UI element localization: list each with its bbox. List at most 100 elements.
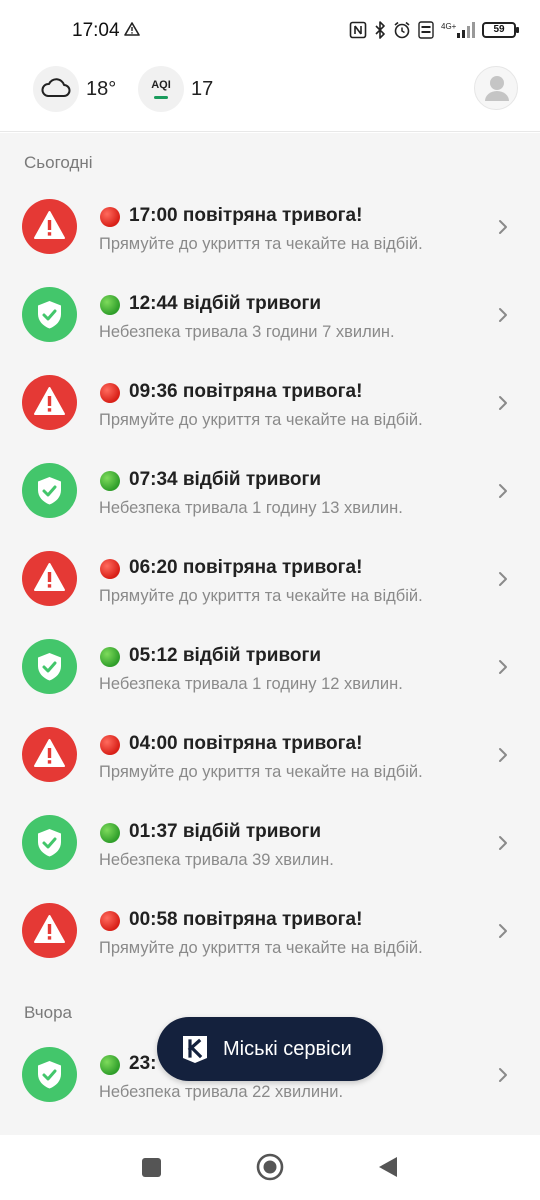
alert-subtitle: Прямуйте до укриття та чекайте на відбій… [99, 587, 423, 605]
section-title-today: Сьогодні [24, 153, 93, 172]
cloud-icon [41, 78, 71, 97]
red-circle-icon [100, 735, 120, 755]
alert-title: 09:36 повітряна тривога! [129, 381, 363, 402]
alarm-badge [22, 199, 77, 254]
red-circle-icon [100, 559, 120, 579]
chevron-right-icon [499, 924, 507, 938]
kyiv-logo-icon [183, 1036, 207, 1063]
weather-button[interactable] [33, 66, 79, 112]
green-circle-icon [100, 471, 120, 491]
red-circle-icon [100, 383, 120, 403]
bluetooth-icon [375, 21, 385, 39]
battery-icon: 59 [482, 22, 519, 38]
warning-icon [34, 915, 65, 943]
green-circle-icon [100, 647, 120, 667]
alert-title: 23: [129, 1053, 157, 1074]
alert-title: 06:20 повітряна тривога! [129, 557, 363, 578]
alert-list-item[interactable]: 01:37 відбій тривоги Небезпека тривала 39… [0, 799, 540, 887]
green-circle-icon [100, 295, 120, 315]
all-clear-badge [22, 287, 77, 342]
status-bar: 17:04 4G+ 59 [0, 0, 540, 60]
chevron-right-icon [499, 1068, 507, 1082]
chevron-right-icon [499, 748, 507, 762]
chevron-right-icon [499, 660, 507, 674]
aqi-value: 17 [191, 78, 214, 100]
shield-check-icon [38, 301, 61, 329]
alert-subtitle: Небезпека тривала 39 хвилин. [99, 851, 334, 869]
warning-icon [34, 563, 65, 591]
alert-list-item[interactable]: 06:20 повітряна тривога! Прямуйте до укри… [0, 535, 540, 623]
chevron-right-icon [499, 396, 507, 410]
city-services-button[interactable]: Міські сервіси [157, 1017, 383, 1081]
back-button[interactable] [377, 1155, 399, 1179]
chevron-right-icon [499, 836, 507, 850]
alert-list-item[interactable]: 17:00 повітряна тривога! Прямуйте до укри… [0, 183, 540, 271]
status-icons: 4G+ 59 [349, 18, 519, 42]
weather-temperature: 18° [86, 78, 117, 100]
aqi-button[interactable]: AQI [138, 66, 184, 112]
alert-list-item[interactable]: 07:34 відбій тривоги Небезпека тривала 1 … [0, 447, 540, 535]
app-header: 18° AQI 17 [0, 60, 540, 132]
alerts-list: Сьогодні 17:00 повітряна тривога! Прямуйт… [0, 133, 540, 1135]
profile-avatar-button[interactable] [474, 66, 518, 110]
all-clear-badge [22, 815, 77, 870]
shield-check-icon [38, 653, 61, 681]
all-clear-badge [22, 463, 77, 518]
all-clear-badge [22, 1047, 77, 1102]
shield-check-icon [38, 829, 61, 857]
chevron-right-icon [499, 308, 507, 322]
alert-title: 00:58 повітряна тривога! [129, 909, 363, 930]
chevron-right-icon [499, 220, 507, 234]
home-button[interactable] [256, 1153, 284, 1181]
alert-list-item[interactable]: 00:58 повітряна тривога! Прямуйте до укри… [0, 887, 540, 975]
alert-title: 12:44 відбій тривоги [129, 293, 322, 314]
alarm-icon [394, 21, 410, 39]
city-services-label: Міські сервіси [223, 1037, 352, 1060]
alert-title: 01:37 відбій тривоги [129, 821, 322, 842]
warning-icon [34, 211, 65, 239]
status-time: 17:04 [72, 20, 120, 41]
nfc-icon [349, 21, 367, 39]
alert-subtitle: Прямуйте до укриття та чекайте на відбій… [99, 411, 423, 429]
warning-icon [34, 739, 65, 767]
user-icon [485, 76, 509, 101]
shield-check-icon [38, 477, 61, 505]
alert-subtitle: Прямуйте до укриття та чекайте на відбій… [99, 939, 423, 957]
aqi-indicator [154, 96, 168, 99]
signal-4g-icon: 4G+ [441, 22, 475, 38]
alarm-badge [22, 375, 77, 430]
alarm-badge [22, 727, 77, 782]
alarm-badge [22, 551, 77, 606]
alert-list-item[interactable]: 05:12 відбій тривоги Небезпека тривала 1 … [0, 623, 540, 711]
alert-title: 07:34 відбій тривоги [129, 469, 322, 490]
chevron-right-icon [499, 484, 507, 498]
alert-title: 04:00 повітряна тривога! [129, 733, 363, 754]
volte-icon [418, 21, 434, 39]
alert-list-item[interactable]: 04:00 повітряна тривога! Прямуйте до укри… [0, 711, 540, 799]
warning-icon [34, 387, 65, 415]
alert-subtitle: Прямуйте до укриття та чекайте на відбій… [99, 235, 423, 253]
aqi-label: AQI [151, 79, 171, 91]
recents-button[interactable] [142, 1158, 161, 1177]
red-circle-icon [100, 911, 120, 931]
alert-triangle-icon [124, 22, 140, 36]
alarm-badge [22, 903, 77, 958]
green-circle-icon [100, 1055, 120, 1075]
alert-subtitle: Небезпека тривала 1 годину 13 хвилин. [99, 499, 403, 517]
system-nav-bar [0, 1135, 540, 1200]
shield-check-icon [38, 1061, 61, 1089]
green-circle-icon [100, 823, 120, 843]
alert-subtitle: Прямуйте до укриття та чекайте на відбій… [99, 763, 423, 781]
red-circle-icon [100, 207, 120, 227]
alert-subtitle: Небезпека тривала 1 годину 12 хвилин. [99, 675, 403, 693]
alert-list-item[interactable]: 09:36 повітряна тривога! Прямуйте до укри… [0, 359, 540, 447]
section-title-yesterday: Вчора [24, 1003, 72, 1022]
alert-title: 05:12 відбій тривоги [129, 645, 322, 666]
alert-subtitle: Небезпека тривала 22 хвилини. [99, 1083, 344, 1101]
alert-list-item[interactable]: 12:44 відбій тривоги Небезпека тривала 3 … [0, 271, 540, 359]
all-clear-badge [22, 639, 77, 694]
alert-subtitle: Небезпека тривала 3 години 7 хвилин. [99, 323, 395, 341]
alert-title: 17:00 повітряна тривога! [129, 205, 363, 226]
chevron-right-icon [499, 572, 507, 586]
svg-text:4G+: 4G+ [441, 22, 457, 31]
